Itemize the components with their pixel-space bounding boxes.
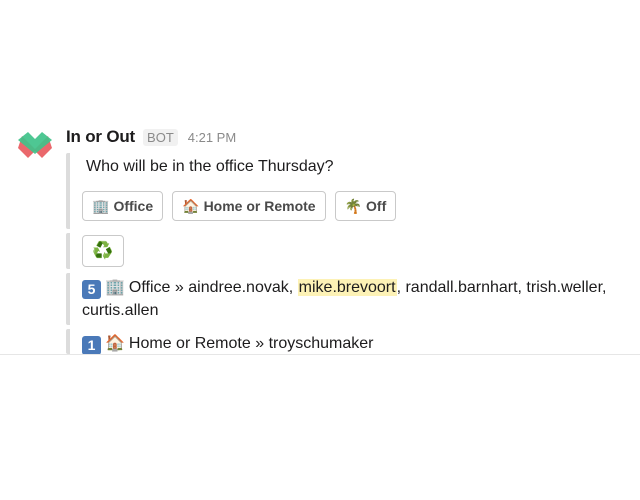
bot-avatar[interactable] <box>16 130 54 164</box>
refresh-button[interactable]: ♻️ <box>82 235 124 267</box>
home-summary: 1 🏠 Home or Remote » troyschumaker <box>82 332 622 355</box>
attachment-refresh: ♻️ <box>66 233 630 269</box>
attachment-home-summary: 1 🏠 Home or Remote » troyschumaker <box>66 329 630 355</box>
office-summary: 5 🏢 Office » aindree.novak, mike.brevoort,… <box>82 276 622 322</box>
message-timestamp[interactable]: 4:21 PM <box>188 130 236 145</box>
highlighted-user[interactable]: mike.brevoort <box>297 279 397 296</box>
divider <box>0 354 640 355</box>
office-building-icon: 🏢 <box>105 279 125 296</box>
people-list: aindree.novak, <box>188 279 294 296</box>
action-buttons: 🏢 Office 🏠 Home or Remote 🌴 Off <box>82 191 405 221</box>
bot-badge: BOT <box>143 129 178 146</box>
status-label: Home or Remote <box>128 335 251 352</box>
message-header: In or Out BOT 4:21 PM <box>66 127 236 149</box>
recycle-icon: ♻️ <box>92 241 114 260</box>
bot-name[interactable]: In or Out <box>66 127 135 147</box>
home-or-remote-button-label: Home or Remote <box>203 198 316 214</box>
off-button[interactable]: 🌴 Off <box>334 191 397 221</box>
house-icon: 🏠 <box>182 197 200 214</box>
palm-tree-icon: 🌴 <box>344 197 363 214</box>
status-label: Office <box>128 279 171 296</box>
office-building-icon: 🏢 <box>92 197 110 214</box>
people-list: troyschumaker <box>268 335 374 352</box>
attachment-office-summary: 5 🏢 Office » aindree.novak, mike.brevoort,… <box>66 273 630 325</box>
count-badge: 1 <box>82 336 101 355</box>
bot-logo-icon <box>18 132 52 158</box>
separator: » <box>255 335 265 352</box>
chat-message: In or Out BOT 4:21 PM Who will be in the… <box>0 0 640 355</box>
question-text: Who will be in the office Thursday? <box>86 158 334 175</box>
office-button[interactable]: 🏢 Office <box>82 191 164 221</box>
attachment-question: Who will be in the office Thursday? 🏢 Of… <box>66 153 630 229</box>
home-or-remote-button[interactable]: 🏠 Home or Remote <box>172 191 326 221</box>
count-badge: 5 <box>82 280 101 299</box>
off-button-label: Off <box>366 198 387 214</box>
canvas: In or Out BOT 4:21 PM Who will be in the… <box>0 0 640 500</box>
office-button-label: Office <box>113 198 154 214</box>
house-icon: 🏠 <box>105 335 125 352</box>
separator: » <box>174 279 184 296</box>
